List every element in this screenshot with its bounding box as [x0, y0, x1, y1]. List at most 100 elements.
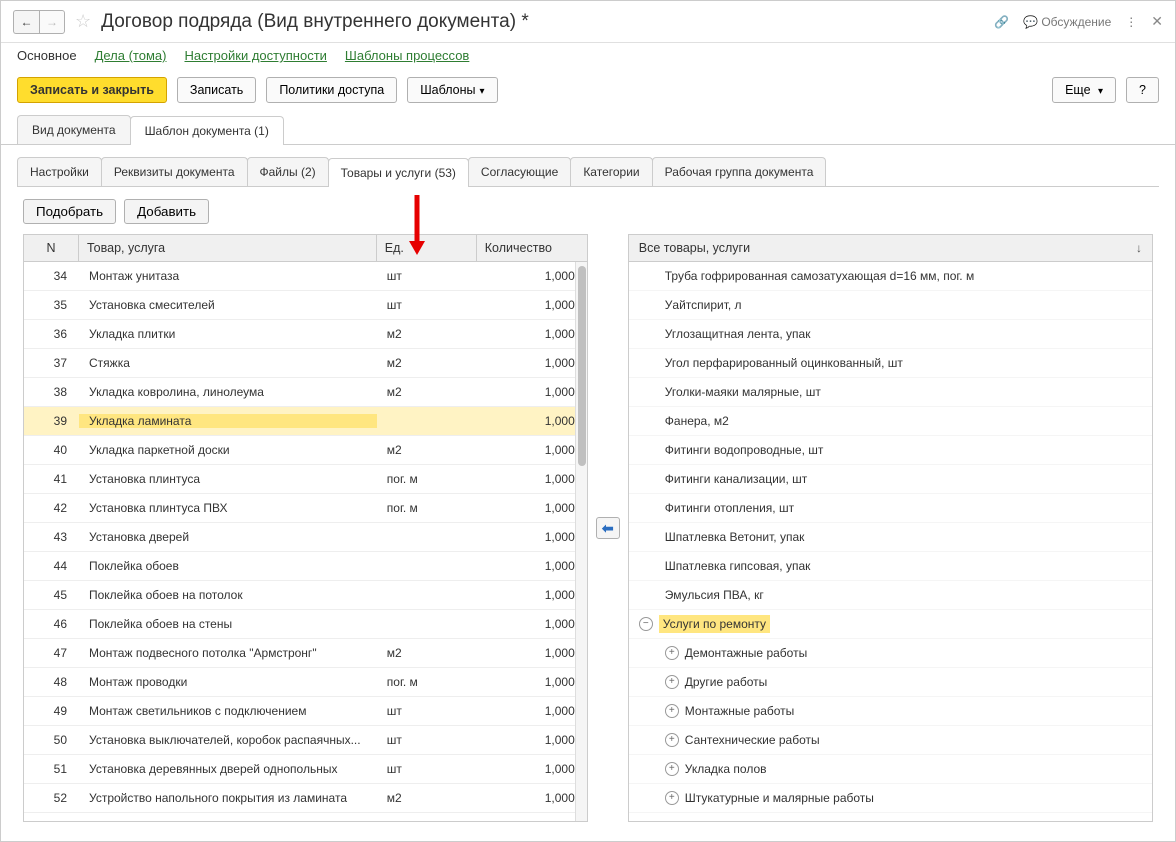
col-unit[interactable]: Ед. [377, 235, 477, 261]
table-row[interactable]: 39Укладка ламината1,000 [24, 407, 587, 436]
table-row[interactable]: 37Стяжкам21,000 [24, 349, 587, 378]
tab-settings[interactable]: Настройки [17, 157, 102, 186]
access-policies-button[interactable]: Политики доступа [266, 77, 397, 103]
cell-quantity: 1,000 [477, 791, 587, 805]
help-button[interactable]: ? [1126, 77, 1159, 103]
sort-arrow-icon[interactable]: ↓ [1136, 241, 1142, 255]
tree-item[interactable]: +Другие работы [629, 668, 1152, 697]
templates-dropdown-button[interactable]: Шаблоны▾ [407, 77, 497, 103]
nav-access-settings[interactable]: Настройки доступности [184, 48, 326, 63]
expand-icon[interactable]: + [665, 646, 679, 660]
table-row[interactable]: 46Поклейка обоев на стены1,000 [24, 610, 587, 639]
expand-icon[interactable]: + [665, 762, 679, 776]
cell-n: 42 [24, 501, 79, 515]
cell-name: Поклейка обоев на стены [79, 617, 377, 631]
cell-n: 41 [24, 472, 79, 486]
scrollbar[interactable] [575, 262, 587, 821]
more-button[interactable]: Еще ▾ [1052, 77, 1116, 103]
tree-item[interactable]: Фитинги канализации, шт [629, 465, 1152, 494]
main-toolbar: Записать и закрыть Записать Политики дос… [1, 73, 1175, 115]
tree-item[interactable]: +Сантехнические работы [629, 726, 1152, 755]
tree-item[interactable]: +Укладка полов [629, 755, 1152, 784]
tab-approvers[interactable]: Согласующие [468, 157, 571, 186]
tree-group[interactable]: −Услуги по ремонту [629, 610, 1152, 639]
cell-name: Монтаж подвесного потолка "Армстронг" [79, 646, 377, 660]
tree-item[interactable]: Шпатлевка гипсовая, упак [629, 552, 1152, 581]
tree-item[interactable]: Фитинги отопления, шт [629, 494, 1152, 523]
tree-item[interactable]: Угол перфарированный оцинкованный, шт [629, 349, 1152, 378]
nav-forward-button[interactable]: → [39, 10, 65, 34]
cell-n: 35 [24, 298, 79, 312]
tree-item[interactable]: Уголки-маяки малярные, шт [629, 378, 1152, 407]
tree-item[interactable]: Труба гофрированная самозатухающая d=16 … [629, 262, 1152, 291]
cell-unit: м2 [377, 646, 477, 660]
tree-item[interactable]: +Демонтажные работы [629, 639, 1152, 668]
cell-unit: м2 [377, 791, 477, 805]
tree-item[interactable]: Уайтспирит, л [629, 291, 1152, 320]
table-row[interactable]: 49Монтаж светильников с подключениемшт1,… [24, 697, 587, 726]
move-left-button[interactable]: ⬅ [596, 517, 620, 539]
cell-quantity: 1,000 [477, 269, 587, 283]
cell-name: Стяжка [79, 356, 377, 370]
link-icon[interactable]: 🔗 [994, 15, 1009, 29]
expand-icon[interactable]: + [665, 704, 679, 718]
collapse-icon[interactable]: − [639, 617, 653, 631]
cell-unit: шт [377, 704, 477, 718]
tree-item[interactable]: Эмульсия ПВА, кг [629, 581, 1152, 610]
save-and-close-button[interactable]: Записать и закрыть [17, 77, 167, 103]
discuss-icon[interactable]: 💬 Обсуждение [1023, 15, 1111, 29]
table-row[interactable]: 40Укладка паркетной доским21,000 [24, 436, 587, 465]
col-name[interactable]: Товар, услуга [79, 235, 377, 261]
table-row[interactable]: 41Установка плинтусапог. м1,000 [24, 465, 587, 494]
nav-cases[interactable]: Дела (тома) [95, 48, 167, 63]
table-row[interactable]: 50Установка выключателей, коробок распая… [24, 726, 587, 755]
tree-item[interactable]: Шпатлевка Ветонит, упак [629, 523, 1152, 552]
table-row[interactable]: 35Установка смесителейшт1,000 [24, 291, 587, 320]
tree-item[interactable]: Углозащитная лента, упак [629, 320, 1152, 349]
tab-files[interactable]: Файлы (2) [247, 157, 329, 186]
nav-back-button[interactable]: ← [13, 10, 39, 34]
col-n[interactable]: N [24, 235, 79, 261]
tab-categories[interactable]: Категории [570, 157, 652, 186]
expand-icon[interactable]: + [665, 675, 679, 689]
tree-item[interactable]: Фитинги водопроводные, шт [629, 436, 1152, 465]
tree-item[interactable]: Фанера, м2 [629, 407, 1152, 436]
expand-icon[interactable]: + [665, 733, 679, 747]
tab-workgroup[interactable]: Рабочая группа документа [652, 157, 827, 186]
table-row[interactable]: 43Установка дверей1,000 [24, 523, 587, 552]
col-quantity[interactable]: Количество [477, 235, 587, 261]
pick-button[interactable]: Подобрать [23, 199, 116, 224]
tab-doc-template[interactable]: Шаблон документа (1) [130, 116, 284, 145]
cell-quantity: 1,000 [477, 646, 587, 660]
table-row[interactable]: 47Монтаж подвесного потолка "Армстронг"м… [24, 639, 587, 668]
table-row[interactable]: 48Монтаж проводкипог. м1,000 [24, 668, 587, 697]
table-row[interactable]: 51Установка деревянных дверей однопольны… [24, 755, 587, 784]
close-icon[interactable]: ✕ [1151, 13, 1163, 30]
tree-item[interactable]: +Монтажные работы [629, 697, 1152, 726]
kebab-menu-icon[interactable]: ⋮ [1125, 15, 1137, 29]
table-row[interactable]: 44Поклейка обоев1,000 [24, 552, 587, 581]
add-button[interactable]: Добавить [124, 199, 209, 224]
save-button[interactable]: Записать [177, 77, 256, 103]
cell-unit: м2 [377, 443, 477, 457]
table-row[interactable]: 36Укладка плитким21,000 [24, 320, 587, 349]
cell-name: Укладка ламината [79, 414, 377, 428]
table-row[interactable]: 38Укладка ковролина, линолеумам21,000 [24, 378, 587, 407]
tab-goods-services[interactable]: Товары и услуги (53) [328, 158, 469, 187]
tab-doc-type[interactable]: Вид документа [17, 115, 131, 144]
cell-quantity: 1,000 [477, 675, 587, 689]
cell-name: Монтаж светильников с подключением [79, 704, 377, 718]
cell-unit: пог. м [377, 675, 477, 689]
nav-process-templates[interactable]: Шаблоны процессов [345, 48, 469, 63]
table-row[interactable]: 42Установка плинтуса ПВХпог. м1,000 [24, 494, 587, 523]
table-row[interactable]: 52Устройство напольного покрытия из лами… [24, 784, 587, 813]
tab-requisites[interactable]: Реквизиты документа [101, 157, 248, 186]
table-row[interactable]: 45Поклейка обоев на потолок1,000 [24, 581, 587, 610]
top-navigation: Основное Дела (тома) Настройки доступнос… [1, 43, 1175, 73]
table-row[interactable]: 34Монтаж унитазашт1,000 [24, 262, 587, 291]
nav-main[interactable]: Основное [17, 48, 77, 63]
tree-item[interactable]: +Штукатурные и малярные работы [629, 784, 1152, 813]
expand-icon[interactable]: + [665, 791, 679, 805]
cell-name: Установка деревянных дверей однопольных [79, 762, 377, 776]
favorite-star-icon[interactable]: ☆ [75, 11, 91, 32]
